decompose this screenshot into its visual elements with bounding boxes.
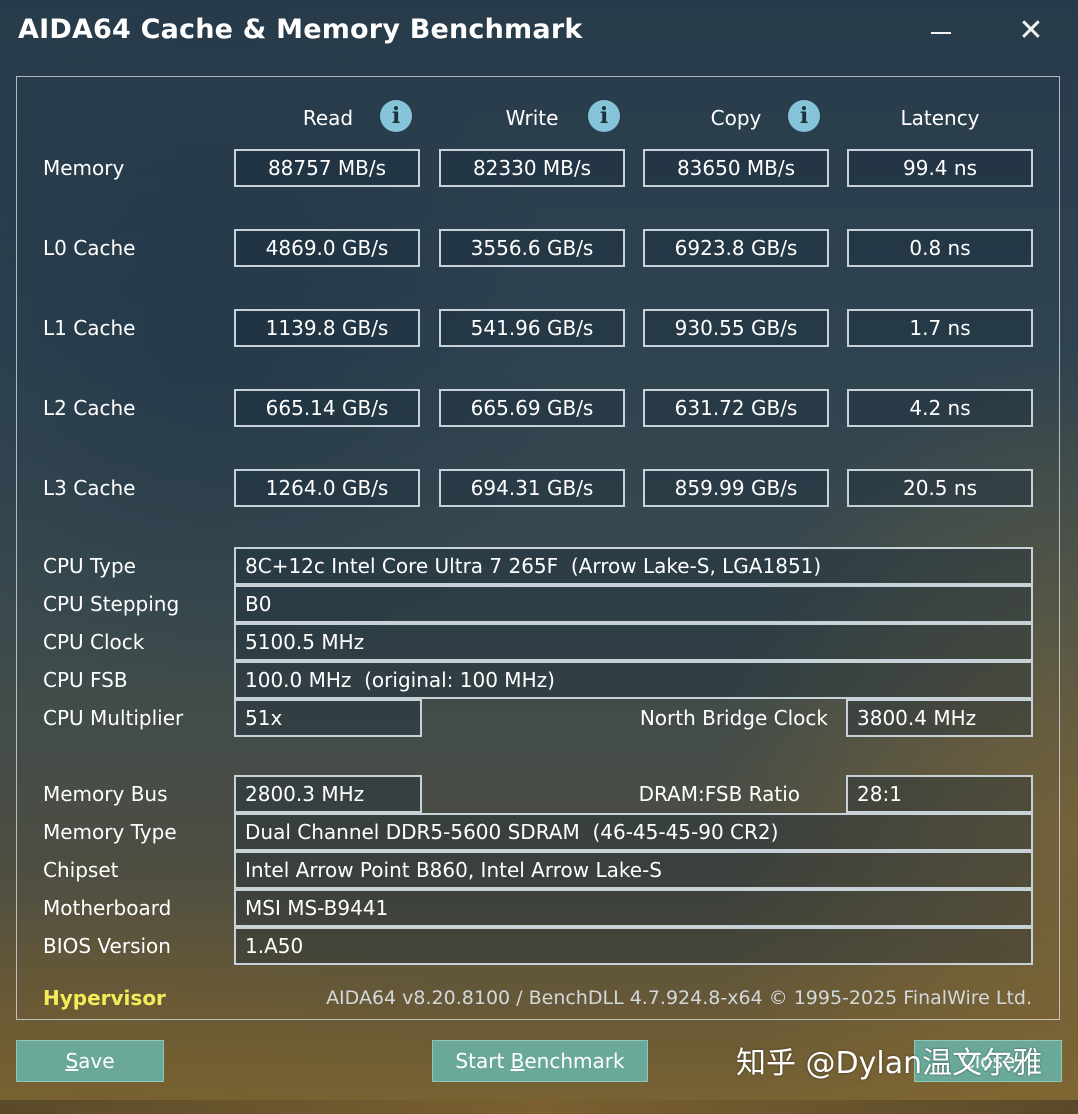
cpu-type-value: 8C+12c Intel Core Ultra 7 265F (Arrow La… bbox=[234, 547, 1033, 585]
l2-copy: 631.72 GB/s bbox=[643, 389, 829, 427]
cpu-stepping-value: B0 bbox=[234, 585, 1033, 623]
version-text: AIDA64 v8.20.8100 / BenchDLL 4.7.924.8-x… bbox=[326, 987, 1032, 1009]
minimize-button[interactable] bbox=[918, 10, 964, 50]
row-label-l3-cache: L3 Cache bbox=[43, 476, 136, 500]
memory-read: 88757 MB/s bbox=[234, 149, 420, 187]
l3-latency: 20.5 ns bbox=[847, 469, 1033, 507]
l1-copy: 930.55 GB/s bbox=[643, 309, 829, 347]
memory-bus-label: Memory Bus bbox=[43, 782, 168, 806]
start-accel: B bbox=[510, 1049, 525, 1073]
hypervisor-link[interactable]: Hypervisor bbox=[43, 984, 166, 1012]
cpu-clock-value: 5100.5 MHz bbox=[234, 623, 1033, 661]
l0-write: 3556.6 GB/s bbox=[439, 229, 625, 267]
l0-latency: 0.8 ns bbox=[847, 229, 1033, 267]
start-label-rest: enchmark bbox=[524, 1049, 625, 1073]
cpu-clock-label: CPU Clock bbox=[43, 630, 145, 654]
window-title: AIDA64 Cache & Memory Benchmark bbox=[18, 14, 583, 45]
cpu-fsb-label: CPU FSB bbox=[43, 668, 128, 692]
memory-bus-value: 2800.3 MHz bbox=[234, 775, 422, 813]
start-benchmark-button[interactable]: Start Benchmark bbox=[432, 1040, 648, 1082]
north-bridge-value: 3800.4 MHz bbox=[846, 699, 1033, 737]
memory-latency: 99.4 ns bbox=[847, 149, 1033, 187]
l1-latency: 1.7 ns bbox=[847, 309, 1033, 347]
save-label-rest: ave bbox=[78, 1049, 115, 1073]
row-label-l2-cache: L2 Cache bbox=[43, 396, 136, 420]
l0-read: 4869.0 GB/s bbox=[234, 229, 420, 267]
l2-latency: 4.2 ns bbox=[847, 389, 1033, 427]
save-button[interactable]: Save bbox=[16, 1040, 164, 1082]
read-info-icon[interactable]: i bbox=[380, 100, 412, 132]
column-header-copy: Copy bbox=[710, 106, 762, 130]
cpu-multiplier-label: CPU Multiplier bbox=[43, 706, 184, 730]
row-label-memory: Memory bbox=[43, 156, 125, 180]
column-header-latency: Latency bbox=[900, 106, 980, 130]
write-info-icon[interactable]: i bbox=[588, 100, 620, 132]
chipset-value: Intel Arrow Point B860, Intel Arrow Lake… bbox=[234, 851, 1033, 889]
close-window-button[interactable]: ✕ bbox=[1008, 10, 1054, 50]
column-header-write: Write bbox=[505, 106, 559, 130]
memory-type-value: Dual Channel DDR5-5600 SDRAM (46-45-45-9… bbox=[234, 813, 1033, 851]
l2-write: 665.69 GB/s bbox=[439, 389, 625, 427]
row-label-l1-cache: L1 Cache bbox=[43, 316, 136, 340]
chipset-label: Chipset bbox=[43, 858, 119, 882]
start-label-first: Start bbox=[455, 1049, 511, 1073]
bottom-strip bbox=[0, 1100, 1078, 1114]
l0-copy: 6923.8 GB/s bbox=[643, 229, 829, 267]
motherboard-label: Motherboard bbox=[43, 896, 172, 920]
l3-write: 694.31 GB/s bbox=[439, 469, 625, 507]
close-icon: ✕ bbox=[1018, 12, 1044, 48]
bios-version-value: 1.A50 bbox=[234, 927, 1033, 965]
column-header-read: Read bbox=[302, 106, 354, 130]
row-label-l0-cache: L0 Cache bbox=[43, 236, 136, 260]
copy-info-icon[interactable]: i bbox=[788, 100, 820, 132]
motherboard-value: MSI MS-B9441 bbox=[234, 889, 1033, 927]
cpu-stepping-label: CPU Stepping bbox=[43, 592, 180, 616]
memory-write: 82330 MB/s bbox=[439, 149, 625, 187]
memory-copy: 83650 MB/s bbox=[643, 149, 829, 187]
watermark: 知乎 @Dylan温文尔雅 bbox=[736, 1046, 1043, 1081]
north-bridge-label: North Bridge Clock bbox=[639, 706, 828, 730]
l3-read: 1264.0 GB/s bbox=[234, 469, 420, 507]
memory-type-label: Memory Type bbox=[43, 820, 177, 844]
l3-copy: 859.99 GB/s bbox=[643, 469, 829, 507]
cpu-multiplier-value: 51x bbox=[234, 699, 422, 737]
minimize-icon bbox=[931, 32, 951, 34]
save-accel: S bbox=[65, 1049, 79, 1073]
l1-read: 1139.8 GB/s bbox=[234, 309, 420, 347]
cpu-type-label: CPU Type bbox=[43, 554, 136, 578]
l1-write: 541.96 GB/s bbox=[439, 309, 625, 347]
dram-fsb-label: DRAM:FSB Ratio bbox=[638, 782, 800, 806]
dram-fsb-value: 28:1 bbox=[846, 775, 1033, 813]
l2-read: 665.14 GB/s bbox=[234, 389, 420, 427]
cpu-fsb-value: 100.0 MHz (original: 100 MHz) bbox=[234, 661, 1033, 699]
bios-version-label: BIOS Version bbox=[43, 934, 171, 958]
